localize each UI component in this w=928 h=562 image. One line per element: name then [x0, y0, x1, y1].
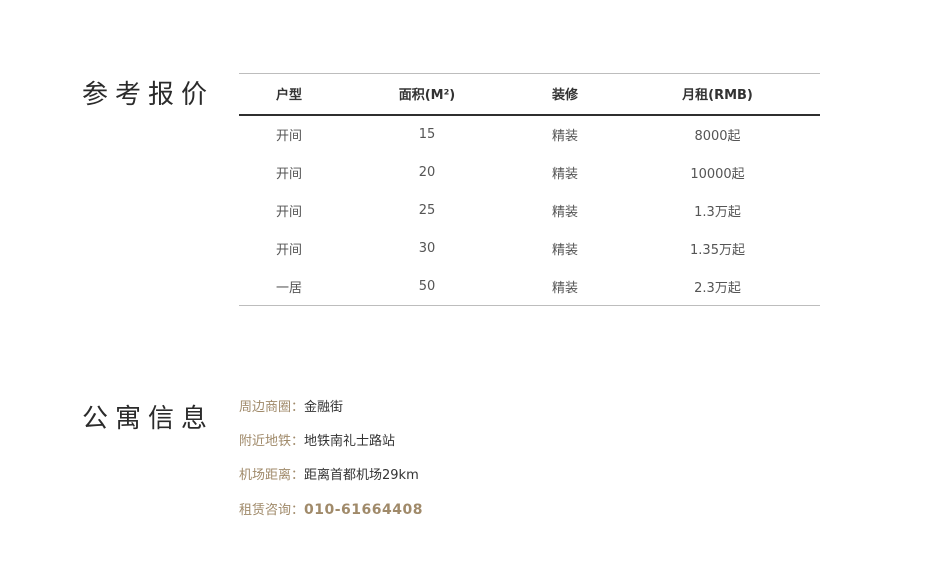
cell-area: 30 [418, 241, 436, 256]
table-header-row: 户型 面积(M²) 装修 月租(RMB) [239, 73, 820, 115]
header-decoration: 装修 [551, 88, 578, 104]
price-section-title: 参考报价 [82, 80, 215, 110]
header-room-type: 户型 [275, 88, 302, 104]
cell-decoration: 精装 [551, 205, 578, 220]
cell-area: 15 [418, 127, 436, 142]
cell-area: 25 [418, 203, 436, 218]
cell-monthly-rent: 8000起 [694, 129, 741, 144]
info-value: 地铁南礼士路站 [304, 434, 396, 449]
header-monthly-rent: 月租(RMB) [682, 88, 753, 104]
cell-decoration: 精装 [551, 167, 578, 182]
info-value: 金融街 [304, 400, 344, 415]
table-row: 开间 20 精装 10000起 [239, 154, 820, 192]
info-item-airport-distance: 机场距离：距离首都机场29km [239, 466, 423, 500]
info-item-subway: 附近地铁：地铁南礼士路站 [239, 432, 423, 466]
cell-room-type: 一居 [275, 280, 302, 296]
info-label: 周边商圈： [239, 400, 305, 415]
cell-decoration: 精装 [551, 129, 578, 144]
info-label: 附近地铁： [239, 434, 305, 449]
header-area: 面积(M²) [398, 88, 456, 104]
cell-area: 50 [418, 278, 436, 294]
table-row: 开间 25 精装 1.3万起 [239, 192, 820, 230]
cell-room-type: 开间 [275, 167, 302, 182]
info-label: 机场距离： [239, 468, 305, 483]
cell-decoration: 精装 [551, 243, 578, 258]
cell-area: 20 [418, 165, 436, 180]
cell-room-type: 开间 [275, 205, 302, 220]
info-value: 距离首都机场29km [304, 468, 419, 483]
apartment-info-list: 周边商圈：金融街 附近地铁：地铁南礼士路站 机场距离：距离首都机场29km 租赁… [239, 398, 423, 534]
table-row: 一居 50 精装 2.3万起 [239, 268, 820, 306]
cell-monthly-rent: 1.35万起 [690, 243, 745, 258]
info-item-business-district: 周边商圈：金融街 [239, 398, 423, 432]
info-label: 租赁咨询： [239, 503, 305, 518]
info-item-rental-inquiry: 租赁咨询：010-61664408 [239, 500, 423, 534]
info-section-title: 公寓信息 [82, 404, 215, 434]
table-row: 开间 15 精装 8000起 [239, 115, 820, 154]
cell-room-type: 开间 [275, 129, 302, 144]
cell-decoration: 精装 [551, 280, 578, 296]
cell-monthly-rent: 2.3万起 [694, 280, 741, 296]
cell-monthly-rent: 1.3万起 [694, 205, 741, 220]
table-row: 开间 30 精装 1.35万起 [239, 230, 820, 268]
price-table: 户型 面积(M²) 装修 月租(RMB) 开间 15 精装 8000起 开间 2… [239, 73, 820, 306]
cell-monthly-rent: 10000起 [690, 167, 745, 182]
phone-number-link[interactable]: 010-61664408 [304, 502, 423, 518]
cell-room-type: 开间 [275, 243, 302, 258]
